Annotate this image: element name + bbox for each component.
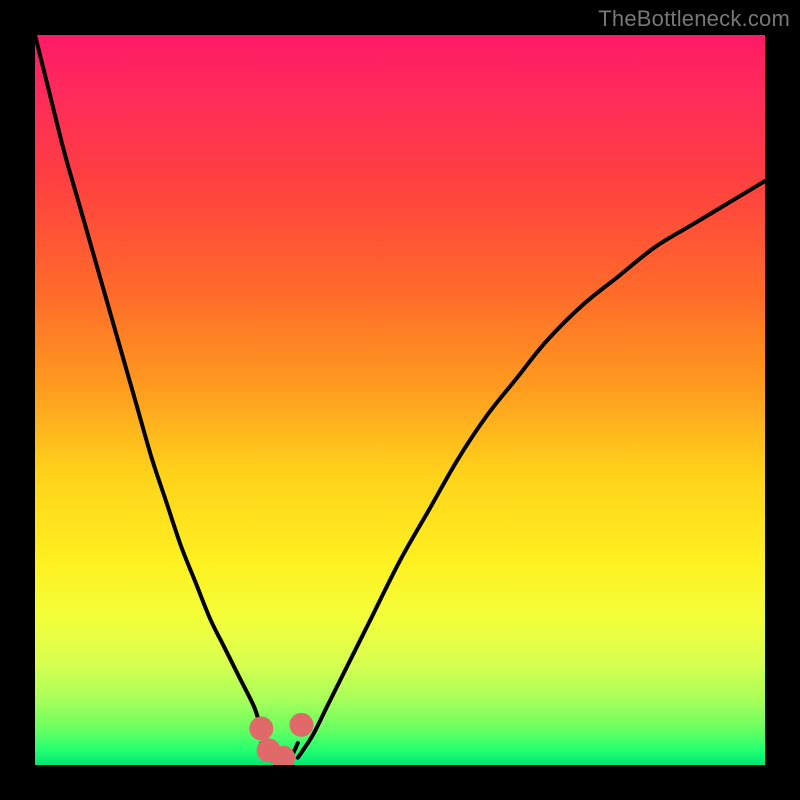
curve-group — [35, 35, 765, 762]
chart-svg — [35, 35, 765, 765]
marker-group — [249, 713, 313, 765]
watermark-text: TheBottleneck.com — [598, 6, 790, 32]
marker-left-dot-upper — [249, 717, 273, 741]
curve-right-branch — [298, 181, 765, 758]
plot-area — [35, 35, 765, 765]
chart-frame: TheBottleneck.com — [0, 0, 800, 800]
marker-right-dot — [289, 713, 313, 737]
curve-left-branch — [35, 35, 276, 758]
